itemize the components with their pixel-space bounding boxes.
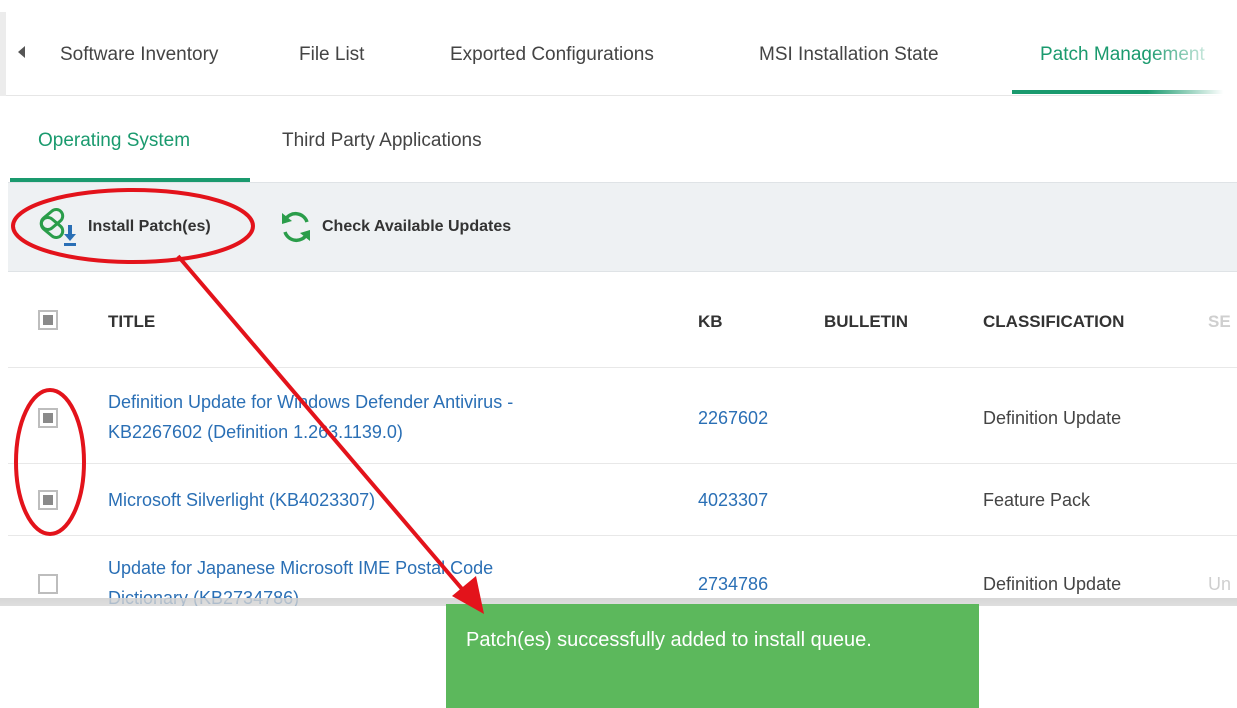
sub-tab-bar: Operating System Third Party Application…	[0, 96, 1237, 182]
tab-file-list[interactable]: File List	[299, 44, 364, 66]
install-patches-button[interactable]: Install Patch(es)	[36, 207, 211, 247]
classification-value: Definition Update	[983, 408, 1122, 428]
kb-link[interactable]: 2267602	[698, 408, 768, 429]
classification-value: Feature Pack	[983, 490, 1091, 510]
row-checkbox[interactable]	[38, 574, 58, 594]
tab-exported-configurations[interactable]: Exported Configurations	[450, 44, 654, 66]
column-classification[interactable]: CLASSIFICATION	[983, 312, 1124, 332]
toolbar: Install Patch(es) Check Available Update…	[8, 182, 1237, 272]
column-bulletin[interactable]: BULLETIN	[824, 312, 908, 332]
subtab-operating-system[interactable]: Operating System	[38, 130, 190, 152]
column-kb[interactable]: KB	[698, 312, 723, 332]
check-available-updates-label: Check Available Updates	[322, 218, 512, 235]
patch-title-link-line2[interactable]: KB2267602 (Definition 1.263.1139.0)	[108, 422, 403, 443]
row-checkbox[interactable]	[38, 490, 58, 510]
check-available-updates-button[interactable]: Check Available Updates	[278, 207, 511, 247]
patch-title-link[interactable]: Update for Japanese Microsoft IME Postal…	[108, 558, 493, 579]
patch-title-link[interactable]: Microsoft Silverlight (KB4023307)	[108, 490, 375, 511]
patch-title-link[interactable]: Definition Update for Windows Defender A…	[108, 392, 513, 413]
table-header: TITLE KB BULLETIN CLASSIFICATION SE	[8, 272, 1237, 368]
patch-install-icon	[39, 207, 76, 246]
table-row[interactable]: Definition Update for Windows Defender A…	[8, 368, 1237, 464]
refresh-icon	[282, 211, 310, 243]
kb-link[interactable]: 4023307	[698, 490, 768, 511]
column-severity[interactable]: SE	[1208, 312, 1231, 332]
active-tab-indicator	[1012, 90, 1237, 94]
success-toast: Patch(es) successfully added to install …	[446, 604, 979, 708]
table-row[interactable]: Microsoft Silverlight (KB4023307) 402330…	[8, 464, 1237, 536]
select-all-checkbox[interactable]	[38, 310, 58, 330]
tab-bar-edge	[0, 12, 6, 96]
install-patches-label: Install Patch(es)	[88, 218, 211, 235]
tab-msi-installation-state[interactable]: MSI Installation State	[759, 44, 939, 66]
subtab-third-party-applications[interactable]: Third Party Applications	[282, 130, 482, 152]
severity-value: Un	[1208, 574, 1232, 594]
scroll-left-icon[interactable]	[18, 46, 25, 58]
classification-value: Definition Update	[983, 574, 1122, 594]
row-checkbox[interactable]	[38, 408, 58, 428]
column-title[interactable]: TITLE	[108, 312, 155, 332]
tab-software-inventory[interactable]: Software Inventory	[60, 44, 218, 66]
kb-link[interactable]: 2734786	[698, 574, 768, 595]
tab-patch-management[interactable]: Patch Management	[1040, 44, 1205, 66]
top-tab-bar: Software Inventory File List Exported Co…	[0, 0, 1237, 96]
